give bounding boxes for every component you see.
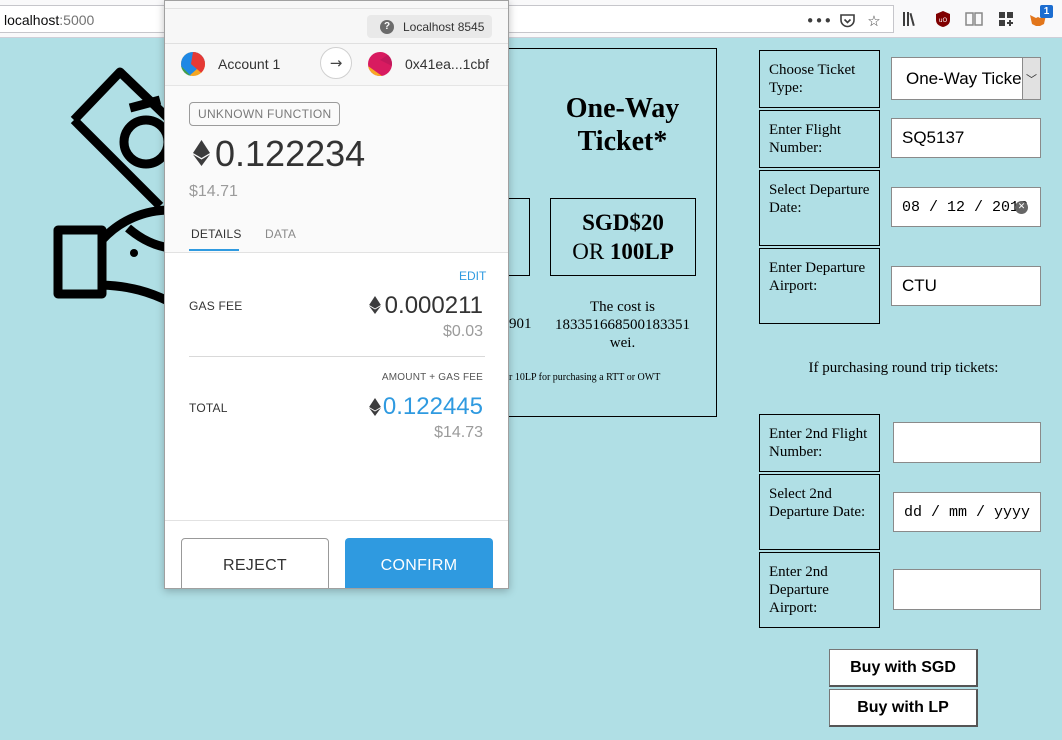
ticket-type-select[interactable]: One-Way Ticke ﹀ bbox=[891, 57, 1041, 100]
pocket-icon[interactable] bbox=[836, 10, 858, 32]
buy-with-lp-button[interactable]: Buy with LP bbox=[829, 689, 978, 727]
eth-amount: 0.122234 bbox=[215, 133, 366, 174]
total-label: TOTAL bbox=[189, 401, 228, 415]
chevron-down-icon: ﹀ bbox=[1022, 58, 1040, 99]
flight2-number-input[interactable] bbox=[893, 422, 1041, 463]
active-tab-indicator bbox=[189, 249, 239, 251]
from-account-avatar bbox=[181, 52, 205, 76]
lp-note: r 10LP for purchasing a RTT or OWT bbox=[509, 372, 661, 383]
to-address: 0x41ea...1cbf bbox=[405, 56, 490, 72]
confirm-button[interactable]: CONFIRM bbox=[345, 538, 493, 588]
cost-text: The cost is 183351668500183351 wei. bbox=[555, 299, 690, 351]
clear-icon[interactable]: ✕ bbox=[1015, 201, 1028, 214]
gas-fee-eth: 0.000211 bbox=[384, 292, 483, 319]
network-name: Localhost 8545 bbox=[403, 19, 485, 34]
metamask-header: ? Localhost 8545 Account 1 → 0x41ea...1c… bbox=[165, 1, 508, 86]
extension-badge: 1 bbox=[1040, 5, 1053, 18]
ublock-icon[interactable]: uO bbox=[932, 8, 954, 30]
date2-label: Select 2nd Departure Date: bbox=[759, 474, 880, 550]
extensions-grid-icon[interactable] bbox=[995, 8, 1017, 30]
tab-data[interactable]: DATA bbox=[265, 227, 296, 241]
cost-fragment: 901 bbox=[509, 316, 532, 332]
price-box: SGD$20 OR 100LP bbox=[550, 198, 696, 276]
arrow-right-icon: → bbox=[320, 47, 352, 79]
departure-date2-input[interactable]: dd / mm / yyyy bbox=[893, 492, 1041, 532]
departure-airport-input[interactable]: CTU bbox=[891, 266, 1041, 306]
price-sgd: SGD$20 bbox=[582, 210, 664, 235]
buy-with-sgd-button[interactable]: Buy with SGD bbox=[829, 649, 978, 687]
reject-button[interactable]: REJECT bbox=[181, 538, 329, 588]
ticket-type-label: Choose Ticket Type: bbox=[759, 50, 880, 108]
network-indicator[interactable]: ? Localhost 8545 bbox=[367, 15, 492, 38]
tab-details[interactable]: DETAILS bbox=[191, 227, 242, 241]
function-badge: UNKNOWN FUNCTION bbox=[189, 102, 341, 126]
from-account-name: Account 1 bbox=[218, 56, 281, 72]
money-hand-illustration bbox=[50, 60, 174, 310]
airport2-label: Enter 2nd Departure Airport: bbox=[759, 552, 880, 628]
flight2-label: Enter 2nd Flight Number: bbox=[759, 414, 880, 472]
round-trip-note: If purchasing round trip tickets: bbox=[808, 360, 999, 376]
gas-fee-fiat: $0.03 bbox=[442, 323, 483, 340]
ethereum-icon bbox=[193, 140, 210, 171]
flight-label: Enter Flight Number: bbox=[759, 110, 880, 168]
price-lp: OR 100LP bbox=[572, 239, 674, 264]
departure-date-input[interactable]: 08 / 12 / 2018 ✕ bbox=[891, 187, 1041, 227]
browser-toolbar: localhost:5000 ••• ☆ uO 1 bbox=[0, 0, 1062, 38]
ethereum-icon bbox=[369, 398, 381, 421]
ticket-title: One-Way Ticket* bbox=[565, 93, 680, 157]
amount-gas-label: AMOUNT + GAS FEE bbox=[381, 372, 483, 383]
edit-gas-link[interactable]: EDIT bbox=[459, 269, 486, 283]
reader-icon[interactable] bbox=[963, 8, 985, 30]
flight-number-input[interactable]: SQ5137 bbox=[891, 118, 1041, 158]
total-eth: 0.122445 bbox=[382, 393, 483, 420]
url-text: localhost:5000 bbox=[4, 12, 95, 28]
fiat-amount: $14.71 bbox=[189, 183, 238, 200]
date-label: Select Departure Date: bbox=[759, 170, 880, 246]
more-dots-icon[interactable]: ••• bbox=[806, 10, 833, 32]
departure-airport2-input[interactable] bbox=[893, 569, 1041, 610]
metamask-popup: ? Localhost 8545 Account 1 → 0x41ea...1c… bbox=[164, 0, 509, 589]
ethereum-icon bbox=[369, 296, 381, 319]
bookmark-star-icon[interactable]: ☆ bbox=[863, 10, 885, 32]
library-icon[interactable] bbox=[900, 8, 922, 30]
to-account-avatar bbox=[368, 52, 392, 76]
total-fiat: $14.73 bbox=[434, 424, 483, 441]
airport-label: Enter Departure Airport: bbox=[759, 248, 880, 324]
help-icon: ? bbox=[380, 19, 394, 34]
gas-fee-label: GAS FEE bbox=[189, 299, 243, 313]
divider bbox=[189, 356, 485, 357]
svg-text:uO: uO bbox=[939, 17, 948, 24]
